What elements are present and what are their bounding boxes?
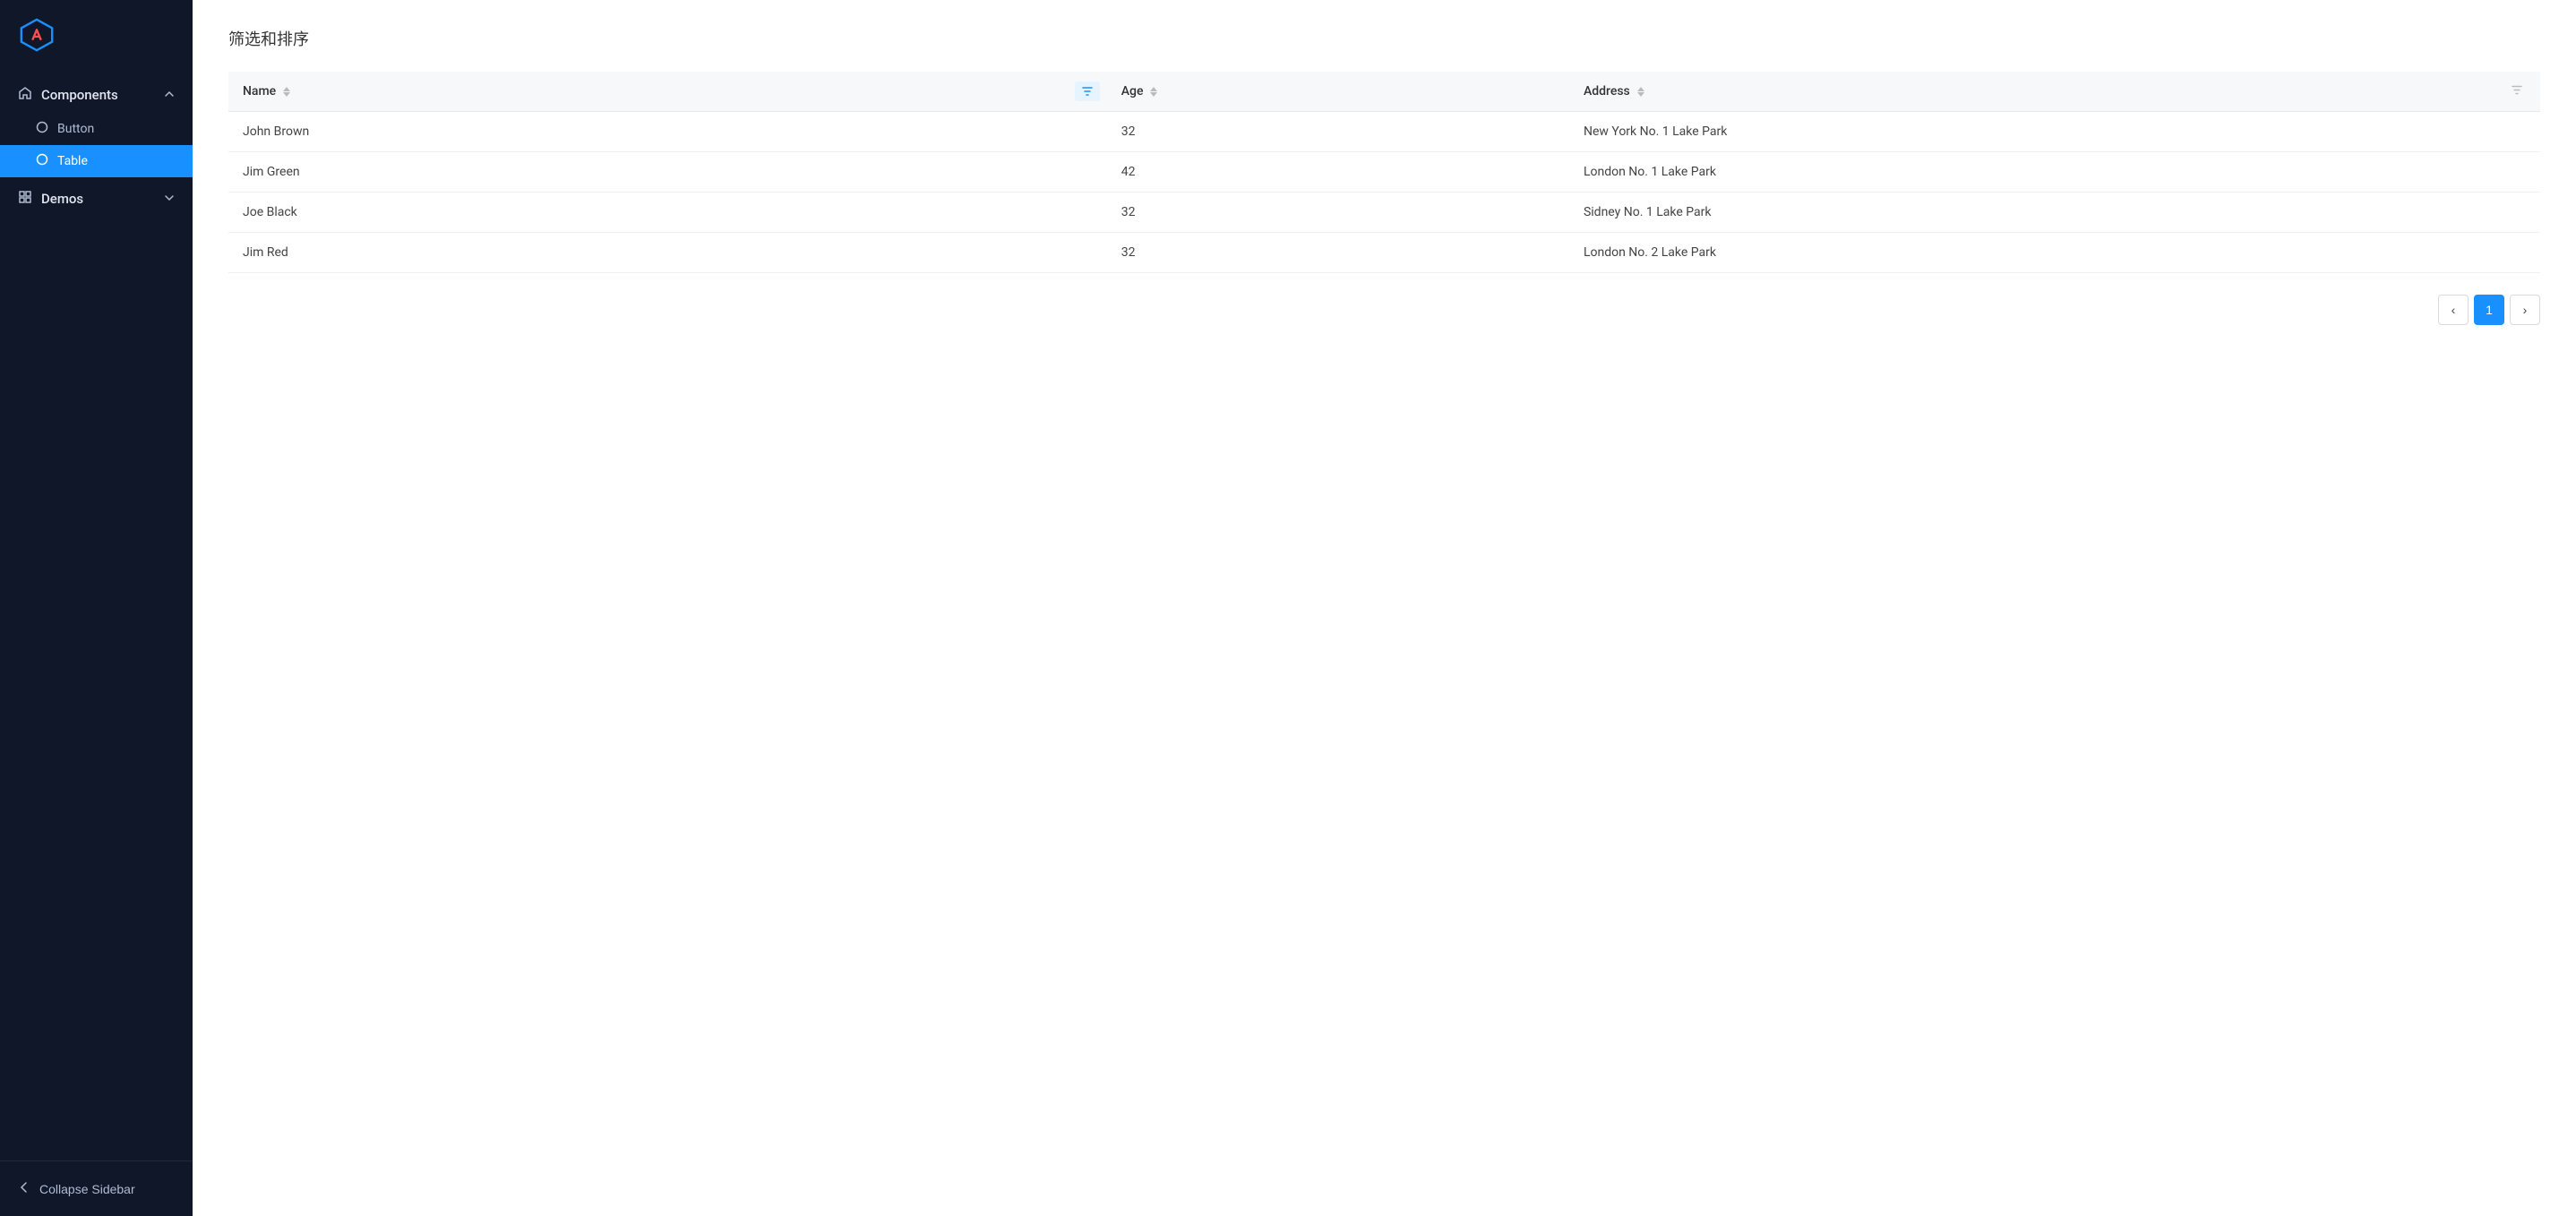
sidebar-nav: Components Button — [0, 70, 193, 1160]
data-table: Name — [228, 72, 2540, 273]
column-age-label: Age — [1121, 84, 1144, 98]
grid-icon — [18, 190, 32, 208]
sidebar-group-demos-label: Demos — [41, 191, 83, 207]
sort-icon-name[interactable] — [283, 87, 290, 97]
sidebar-item-table[interactable]: Table — [0, 145, 193, 177]
collapse-label: Collapse Sidebar — [39, 1182, 135, 1196]
section-title: 筛选和排序 — [228, 27, 2540, 50]
page-1-label: 1 — [2486, 303, 2493, 317]
sort-down-icon[interactable] — [283, 92, 290, 97]
pagination-next-button[interactable]: › — [2510, 295, 2540, 325]
sidebar: Components Button — [0, 0, 193, 1216]
sort-icon-address[interactable] — [1637, 87, 1644, 97]
sidebar-item-table-label: Table — [57, 154, 88, 168]
chevron-up-icon — [164, 87, 175, 103]
logo-area — [0, 0, 193, 70]
sort-down-address-icon[interactable] — [1637, 92, 1644, 97]
sidebar-group-demos: Demos — [0, 181, 193, 217]
sidebar-group-demos-header[interactable]: Demos — [0, 181, 193, 217]
table-body: John Brown32New York No. 1 Lake ParkJim … — [228, 112, 2540, 273]
filter-button-address[interactable] — [2504, 81, 2529, 103]
sidebar-item-button-label: Button — [57, 122, 94, 136]
home-icon — [18, 86, 32, 104]
sidebar-group-components-label: Components — [41, 87, 118, 103]
main-content: 筛选和排序 Name — [193, 0, 2576, 1216]
sort-icon-age[interactable] — [1150, 87, 1157, 97]
column-header-address: Address — [1569, 72, 2540, 112]
cell-name-1: Jim Green — [228, 152, 1107, 193]
column-name-label: Name — [243, 84, 276, 98]
next-icon: › — [2523, 303, 2528, 317]
sort-up-address-icon[interactable] — [1637, 87, 1644, 91]
cell-address-2: Sidney No. 1 Lake Park — [1569, 193, 2540, 233]
table-row: John Brown32New York No. 1 Lake Park — [228, 112, 2540, 152]
collapse-sidebar-button[interactable]: Collapse Sidebar — [18, 1176, 175, 1202]
cell-age-3: 32 — [1107, 233, 1569, 273]
pagination: ‹ 1 › — [228, 295, 2540, 325]
sidebar-group-components-header[interactable]: Components — [0, 77, 193, 113]
table-row: Joe Black32Sidney No. 1 Lake Park — [228, 193, 2540, 233]
table-row: Jim Red32London No. 2 Lake Park — [228, 233, 2540, 273]
app-logo — [18, 16, 56, 54]
cell-address-0: New York No. 1 Lake Park — [1569, 112, 2540, 152]
column-address-label: Address — [1584, 84, 1630, 98]
chevron-down-icon — [164, 191, 175, 207]
cell-address-1: London No. 1 Lake Park — [1569, 152, 2540, 193]
table-row: Jim Green42London No. 1 Lake Park — [228, 152, 2540, 193]
sort-down-age-icon[interactable] — [1150, 92, 1157, 97]
sidebar-group-components: Components Button — [0, 77, 193, 177]
cell-name-0: John Brown — [228, 112, 1107, 152]
cell-address-3: London No. 2 Lake Park — [1569, 233, 2540, 273]
tag-icon-button — [36, 121, 48, 137]
cell-name-3: Jim Red — [228, 233, 1107, 273]
sort-up-age-icon[interactable] — [1150, 87, 1157, 91]
sidebar-item-button[interactable]: Button — [0, 113, 193, 145]
sort-up-icon[interactable] — [283, 87, 290, 91]
filter-button-name[interactable] — [1075, 81, 1100, 101]
column-header-age: Age — [1107, 72, 1569, 112]
cell-age-1: 42 — [1107, 152, 1569, 193]
collapse-arrow-icon — [18, 1181, 30, 1196]
cell-age-0: 32 — [1107, 112, 1569, 152]
table-header-row: Name — [228, 72, 2540, 112]
cell-age-2: 32 — [1107, 193, 1569, 233]
cell-name-2: Joe Black — [228, 193, 1107, 233]
column-header-name: Name — [228, 72, 1107, 112]
pagination-page-1-button[interactable]: 1 — [2474, 295, 2504, 325]
sidebar-bottom: Collapse Sidebar — [0, 1160, 193, 1216]
prev-icon: ‹ — [2451, 303, 2456, 317]
tag-icon-table — [36, 153, 48, 169]
pagination-prev-button[interactable]: ‹ — [2438, 295, 2469, 325]
